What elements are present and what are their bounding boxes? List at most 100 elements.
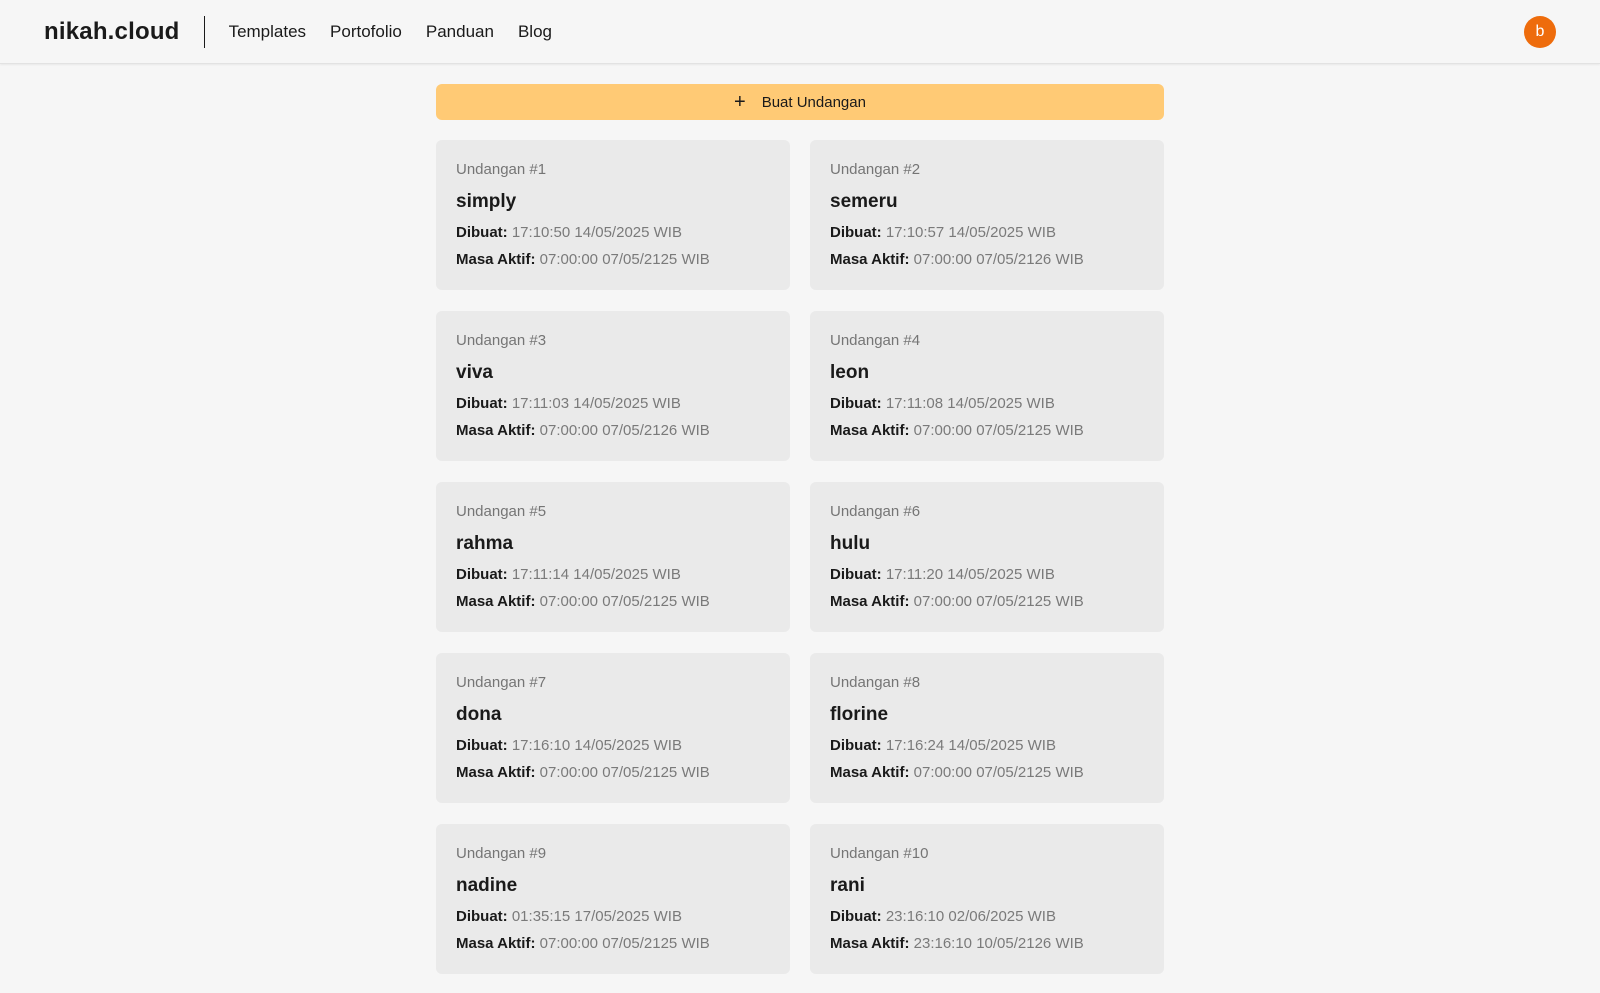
active-value: 07:00:00 07/05/2126 WIB — [913, 251, 1084, 268]
active-label: Masa Aktif: — [456, 593, 536, 610]
active-label: Masa Aktif: — [456, 422, 536, 439]
created-label: Dibuat: — [830, 566, 882, 583]
created-value: 17:10:57 14/05/2025 WIB — [885, 224, 1056, 241]
invitation-number: Undangan #10 — [830, 845, 929, 862]
created-label: Dibuat: — [830, 737, 882, 754]
invitation-dashboard: + Buat Undangan Undangan #1 simply Dibua… — [436, 84, 1164, 974]
create-invitation-label: Buat Undangan — [761, 93, 866, 111]
invitation-name: nadine — [456, 875, 518, 896]
invitation-name: leon — [830, 362, 870, 383]
invitation-number: Undangan #9 — [456, 845, 547, 862]
invitation-card[interactable]: Undangan #9 nadine Dibuat: 01:35:15 17/0… — [436, 824, 790, 974]
invitation-created: Dibuat: 17:11:20 14/05/2025 WIB — [830, 565, 1144, 585]
invitation-active: Masa Aktif: 07:00:00 07/05/2125 WIB — [830, 763, 1144, 783]
invitation-number: Undangan #6 — [830, 503, 921, 520]
invitation-created: Dibuat: 01:35:15 17/05/2025 WIB — [456, 907, 770, 927]
invitation-grid: Undangan #1 simply Dibuat: 17:10:50 14/0… — [436, 140, 1164, 974]
created-value: 17:11:20 14/05/2025 WIB — [885, 566, 1055, 583]
nav-blog[interactable]: Blog — [518, 22, 552, 42]
user-avatar[interactable]: b — [1524, 16, 1556, 48]
invitation-name: viva — [456, 362, 493, 383]
active-value: 07:00:00 07/05/2125 WIB — [913, 422, 1084, 439]
invitation-card[interactable]: Undangan #1 simply Dibuat: 17:10:50 14/0… — [436, 140, 790, 290]
active-label: Masa Aktif: — [830, 593, 910, 610]
nav-templates[interactable]: Templates — [229, 22, 306, 42]
invitation-number: Undangan #8 — [830, 674, 921, 691]
active-value: 23:16:10 10/05/2126 WIB — [913, 935, 1084, 952]
invitation-active: Masa Aktif: 07:00:00 07/05/2125 WIB — [456, 934, 770, 954]
invitation-name: semeru — [830, 191, 898, 212]
active-value: 07:00:00 07/05/2126 WIB — [539, 422, 710, 439]
logo-divider — [203, 15, 205, 48]
invitation-number: Undangan #2 — [830, 161, 921, 178]
invitation-created: Dibuat: 17:16:24 14/05/2025 WIB — [830, 736, 1144, 756]
invitation-created: Dibuat: 17:10:50 14/05/2025 WIB — [456, 223, 770, 243]
active-label: Masa Aktif: — [830, 935, 910, 952]
invitation-active: Masa Aktif: 07:00:00 07/05/2126 WIB — [830, 250, 1144, 270]
invitation-created: Dibuat: 17:11:08 14/05/2025 WIB — [830, 394, 1144, 414]
created-value: 17:16:24 14/05/2025 WIB — [885, 737, 1056, 754]
invitation-number: Undangan #4 — [830, 332, 921, 349]
invitation-active: Masa Aktif: 07:00:00 07/05/2125 WIB — [456, 592, 770, 612]
invitation-active: Masa Aktif: 23:16:10 10/05/2126 WIB — [830, 934, 1144, 954]
invitation-number: Undangan #5 — [456, 503, 547, 520]
active-label: Masa Aktif: — [456, 764, 536, 781]
invitation-created: Dibuat: 17:11:14 14/05/2025 WIB — [456, 565, 770, 585]
invitation-active: Masa Aktif: 07:00:00 07/05/2125 WIB — [830, 421, 1144, 441]
invitation-card[interactable]: Undangan #2 semeru Dibuat: 17:10:57 14/0… — [810, 140, 1164, 290]
nav-panduan[interactable]: Panduan — [426, 22, 494, 42]
invitation-name: rahma — [456, 533, 514, 554]
active-label: Masa Aktif: — [830, 251, 910, 268]
created-value: 17:10:50 14/05/2025 WIB — [511, 224, 682, 241]
invitation-active: Masa Aktif: 07:00:00 07/05/2125 WIB — [456, 763, 770, 783]
invitation-name: dona — [456, 704, 502, 725]
created-label: Dibuat: — [456, 737, 508, 754]
top-navbar: nikah.cloud Templates Portofolio Panduan… — [0, 0, 1600, 64]
created-value: 23:16:10 02/06/2025 WIB — [885, 908, 1056, 925]
created-value: 17:11:14 14/05/2025 WIB — [511, 566, 681, 583]
active-value: 07:00:00 07/05/2125 WIB — [539, 935, 710, 952]
created-label: Dibuat: — [830, 395, 882, 412]
invitation-card[interactable]: Undangan #7 dona Dibuat: 17:16:10 14/05/… — [436, 653, 790, 803]
active-value: 07:00:00 07/05/2125 WIB — [913, 593, 1084, 610]
invitation-card[interactable]: Undangan #6 hulu Dibuat: 17:11:20 14/05/… — [810, 482, 1164, 632]
created-label: Dibuat: — [456, 566, 508, 583]
invitation-number: Undangan #1 — [456, 161, 547, 178]
invitation-name: simply — [456, 191, 517, 212]
invitation-created: Dibuat: 17:16:10 14/05/2025 WIB — [456, 736, 770, 756]
invitation-card[interactable]: Undangan #4 leon Dibuat: 17:11:08 14/05/… — [810, 311, 1164, 461]
invitation-card[interactable]: Undangan #3 viva Dibuat: 17:11:03 14/05/… — [436, 311, 790, 461]
active-value: 07:00:00 07/05/2125 WIB — [913, 764, 1084, 781]
created-label: Dibuat: — [456, 395, 508, 412]
created-label: Dibuat: — [456, 908, 508, 925]
invitation-card[interactable]: Undangan #10 rani Dibuat: 23:16:10 02/06… — [810, 824, 1164, 974]
active-label: Masa Aktif: — [830, 422, 910, 439]
invitation-active: Masa Aktif: 07:00:00 07/05/2125 WIB — [830, 592, 1144, 612]
main-nav: Templates Portofolio Panduan Blog — [229, 22, 576, 42]
active-value: 07:00:00 07/05/2125 WIB — [539, 764, 710, 781]
invitation-card[interactable]: Undangan #5 rahma Dibuat: 17:11:14 14/05… — [436, 482, 790, 632]
create-invitation-button[interactable]: + Buat Undangan — [436, 84, 1164, 120]
plus-icon: + — [734, 91, 746, 113]
invitation-active: Masa Aktif: 07:00:00 07/05/2126 WIB — [456, 421, 770, 441]
invitation-name: rani — [830, 875, 865, 896]
invitation-card[interactable]: Undangan #8 florine Dibuat: 17:16:24 14/… — [810, 653, 1164, 803]
created-value: 17:11:08 14/05/2025 WIB — [885, 395, 1055, 412]
nav-portofolio[interactable]: Portofolio — [330, 22, 402, 42]
created-value: 01:35:15 17/05/2025 WIB — [511, 908, 682, 925]
created-label: Dibuat: — [830, 224, 882, 241]
active-value: 07:00:00 07/05/2125 WIB — [539, 593, 710, 610]
site-logo[interactable]: nikah.cloud — [44, 18, 180, 46]
invitation-created: Dibuat: 17:10:57 14/05/2025 WIB — [830, 223, 1144, 243]
invitation-active: Masa Aktif: 07:00:00 07/05/2125 WIB — [456, 250, 770, 270]
created-value: 17:11:03 14/05/2025 WIB — [511, 395, 681, 412]
invitation-name: hulu — [830, 533, 871, 554]
created-value: 17:16:10 14/05/2025 WIB — [511, 737, 682, 754]
active-label: Masa Aktif: — [830, 764, 910, 781]
active-value: 07:00:00 07/05/2125 WIB — [539, 251, 710, 268]
invitation-number: Undangan #7 — [456, 674, 547, 691]
invitation-name: florine — [830, 704, 889, 725]
active-label: Masa Aktif: — [456, 251, 536, 268]
invitation-created: Dibuat: 23:16:10 02/06/2025 WIB — [830, 907, 1144, 927]
created-label: Dibuat: — [456, 224, 508, 241]
